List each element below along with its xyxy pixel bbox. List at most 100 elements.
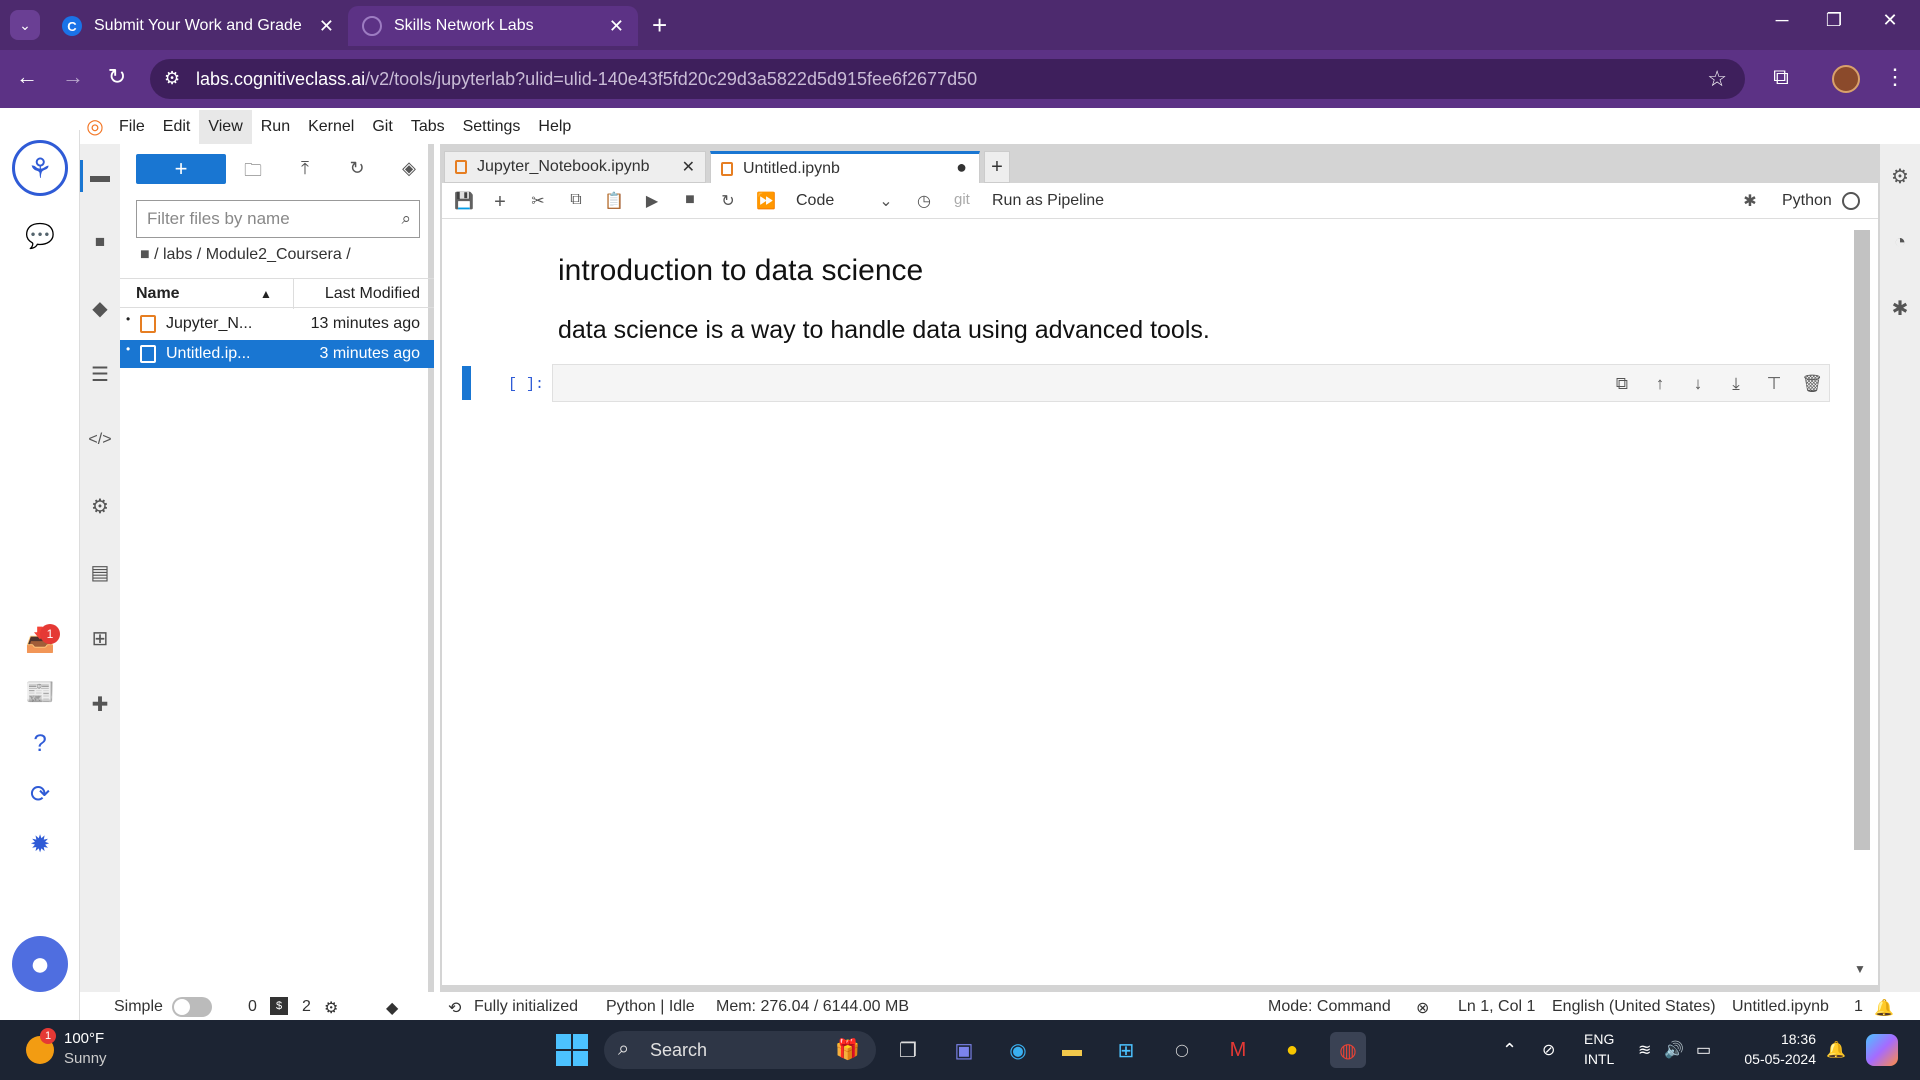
browser-tab-skills[interactable]: Skills Network Labs ✕ (348, 6, 638, 46)
duplicate-cell-icon[interactable]: ⧉ (1611, 374, 1633, 396)
code-snippets-icon[interactable]: </> (86, 426, 114, 454)
kernel-status[interactable]: Python | Idle (606, 998, 695, 1016)
run-icon[interactable]: ▶ (642, 191, 662, 211)
terminal-count[interactable]: 0 (248, 998, 257, 1016)
move-up-icon[interactable]: ↑ (1649, 374, 1671, 396)
chevron-down-icon[interactable]: ⌄ (876, 191, 896, 211)
clock-date[interactable]: 05-05-2024 (1734, 1051, 1816, 1067)
input-lang-1[interactable]: ENG (1584, 1031, 1614, 1047)
delete-cell-icon[interactable]: 🗑 (1801, 374, 1823, 396)
new-folder-icon[interactable]: 🗀 (240, 158, 266, 184)
profile-avatar[interactable] (1832, 65, 1860, 93)
volume-icon[interactable]: 🔊 (1664, 1040, 1684, 1060)
file-filter-input[interactable]: Filter files by name ⌕ (136, 200, 420, 238)
tree-logo-icon[interactable]: ⚘ (12, 140, 68, 196)
bookmark-star-icon[interactable]: ☆ (1707, 66, 1727, 92)
upload-icon[interactable]: ⤒ (292, 158, 318, 184)
menu-help[interactable]: Help (529, 110, 580, 144)
reload-button[interactable]: ↻ (102, 64, 132, 90)
teams-icon[interactable]: ▣ (946, 1032, 982, 1068)
help-icon[interactable]: ? (22, 726, 58, 762)
microsoft-store-icon[interactable]: ⊞ (1108, 1032, 1144, 1068)
add-tab-button[interactable]: + (984, 151, 1010, 183)
cell-type-select[interactable]: Code (796, 192, 834, 210)
insert-above-icon[interactable]: ⤓ (1725, 374, 1747, 396)
menu-edit[interactable]: Edit (154, 110, 200, 144)
debugger-icon[interactable]: ✱ (1886, 294, 1914, 322)
debugger-bug-icon[interactable]: ✱ (1740, 191, 1760, 211)
git-icon[interactable]: ◆ (86, 294, 114, 322)
run-as-pipeline-button[interactable]: Run as Pipeline (992, 192, 1104, 210)
site-info-icon[interactable]: ⚙ (164, 68, 180, 89)
scroll-down-arrow-icon[interactable]: ▼ (1854, 962, 1866, 976)
address-bar[interactable]: ⚙ labs.cognitiveclass.ai/v2/tools/jupyte… (150, 59, 1745, 99)
insert-below-icon[interactable]: ⊤ (1763, 374, 1785, 396)
notification-count[interactable]: 1 (1854, 998, 1863, 1016)
close-icon[interactable]: ✕ (609, 16, 624, 37)
new-launcher-button[interactable]: + (136, 154, 226, 184)
network-off-icon[interactable]: ⊘ (1542, 1040, 1555, 1060)
news-icon[interactable]: 📰 (22, 674, 58, 710)
clock-icon[interactable]: ◷ (914, 191, 934, 211)
extensions-grid-icon[interactable]: ⊞ (86, 624, 114, 652)
back-button[interactable]: ← (12, 64, 42, 90)
fast-forward-icon[interactable]: ⏩ (756, 191, 776, 211)
extensions-icon[interactable]: ⧉ (1766, 64, 1796, 90)
move-down-icon[interactable]: ↓ (1687, 374, 1709, 396)
code-cell-input[interactable]: ⧉ ↑ ↓ ⤓ ⊤ 🗑 (552, 364, 1830, 402)
notebook-scrollbar[interactable] (1854, 230, 1870, 850)
weather-desc[interactable]: Sunny (64, 1050, 107, 1067)
sort-caret-icon[interactable]: ▲ (260, 287, 272, 301)
property-inspector-icon[interactable]: ▤ (86, 558, 114, 586)
notebook-tab-jupyter[interactable]: Jupyter_Notebook.ipynb ✕ (444, 151, 706, 183)
taskbar-search[interactable]: ⌕ Search 🎁 (604, 1031, 876, 1069)
elyra-settings-icon[interactable]: ⚙ (86, 492, 114, 520)
puzzle-icon[interactable]: ✚ (86, 690, 114, 718)
restart-icon[interactable]: ↻ (718, 191, 738, 211)
cursor-position[interactable]: Ln 1, Col 1 (1458, 998, 1535, 1016)
close-icon[interactable]: ✕ (319, 16, 334, 37)
minimize-button[interactable]: ─ (1762, 10, 1802, 31)
property-gears-icon[interactable]: ⚙ (1886, 162, 1914, 190)
windows-start-icon[interactable] (556, 1034, 588, 1066)
breadcrumb[interactable]: ■ / labs / Module2_Coursera / (140, 246, 351, 264)
kernel-count[interactable]: 2 (302, 998, 311, 1016)
paste-icon[interactable]: 📋 (604, 191, 624, 211)
table-of-contents-icon[interactable]: ☰ (86, 360, 114, 388)
bell-icon[interactable]: 🔔 (1874, 998, 1894, 1018)
forward-button[interactable]: → (58, 64, 88, 90)
menu-file[interactable]: File (110, 110, 154, 144)
copy-icon[interactable]: ⧉ (566, 191, 586, 211)
insert-cell-icon[interactable]: + (490, 191, 510, 213)
copilot-icon[interactable] (1866, 1034, 1898, 1066)
running-stop-icon[interactable]: ⏹ (86, 228, 114, 256)
menu-settings[interactable]: Settings (454, 110, 530, 144)
new-tab-button[interactable]: + (652, 10, 667, 41)
menu-view[interactable]: View (199, 110, 252, 144)
refresh-icon[interactable]: ↻ (344, 158, 370, 184)
browser-tab-submit[interactable]: C Submit Your Work and Grade Yo ✕ (48, 6, 348, 46)
user-avatar[interactable]: ● (12, 936, 68, 992)
name-column-header[interactable]: Name (136, 285, 180, 303)
menu-run[interactable]: Run (252, 110, 299, 144)
notification-bell-icon[interactable]: 🔔 (1826, 1040, 1846, 1060)
close-window-button[interactable]: ✕ (1870, 10, 1910, 31)
file-row-selected[interactable]: • Untitled.ip... 3 minutes ago (120, 340, 434, 368)
weather-temp[interactable]: 100°F (64, 1030, 104, 1047)
spell-language[interactable]: English (United States) (1552, 998, 1716, 1016)
restore-button[interactable]: ❐ (1814, 10, 1854, 31)
tray-chevron-up-icon[interactable]: ⌃ (1502, 1040, 1517, 1061)
simple-mode-toggle[interactable] (172, 997, 212, 1017)
git-label[interactable]: git (954, 191, 970, 208)
cut-icon[interactable]: ✂ (528, 191, 548, 211)
save-icon[interactable]: 💾 (454, 191, 474, 211)
file-row[interactable]: • Jupyter_N... 13 minutes ago (120, 310, 434, 338)
kernel-name[interactable]: Python (1782, 192, 1832, 210)
clock-time[interactable]: 18:36 (1742, 1031, 1816, 1047)
git-status-icon[interactable]: ◆ (386, 998, 398, 1018)
theme-sun-icon[interactable]: ✹ (22, 826, 58, 862)
modified-column-header[interactable]: Last Modified (325, 285, 420, 303)
task-view-icon[interactable]: ❐ (890, 1032, 926, 1068)
chrome-icon[interactable]: ◍ (1330, 1032, 1366, 1068)
file-explorer-icon[interactable]: ▬ (1054, 1032, 1090, 1068)
